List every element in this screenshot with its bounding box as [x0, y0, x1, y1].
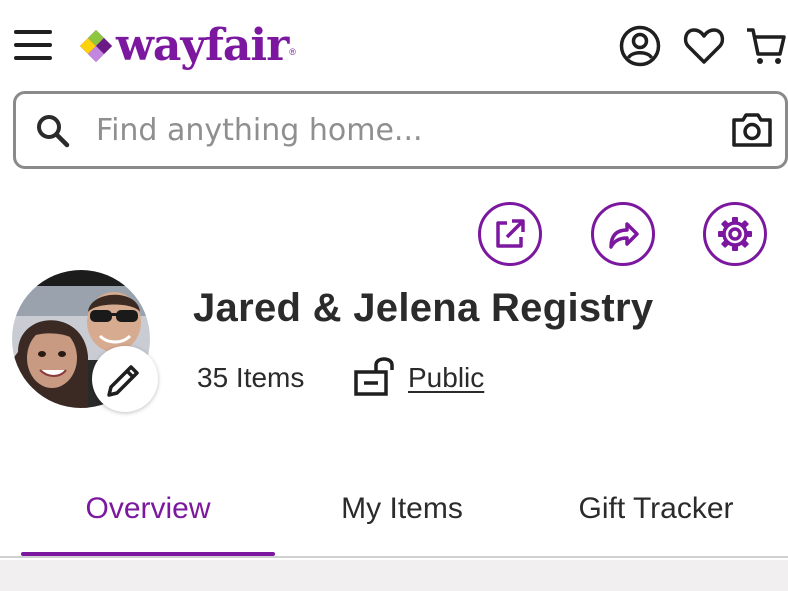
- gear-icon: [718, 217, 752, 251]
- settings-button[interactable]: [703, 202, 767, 266]
- tab-overview[interactable]: Overview: [21, 492, 275, 526]
- tab-my-items[interactable]: My Items: [275, 492, 529, 526]
- account-icon[interactable]: [618, 24, 662, 68]
- heart-icon[interactable]: [682, 24, 726, 68]
- content-area-top: [0, 560, 788, 591]
- share-button[interactable]: [591, 202, 655, 266]
- registry-tabs: Overview My Items Gift Tracker: [0, 470, 788, 558]
- edit-avatar-button[interactable]: [92, 346, 158, 412]
- share-arrow-icon: [609, 222, 639, 249]
- hamburger-menu-icon[interactable]: [12, 30, 54, 64]
- external-link-icon: [496, 219, 525, 248]
- top-header: wayfair ®: [0, 0, 788, 90]
- open-external-button[interactable]: [478, 202, 542, 266]
- registry-title: Jared & Jelena Registry: [193, 286, 654, 330]
- privacy-link[interactable]: Public: [408, 362, 484, 394]
- tab-gift-tracker[interactable]: Gift Tracker: [529, 492, 783, 526]
- pencil-icon: [107, 365, 139, 397]
- logo-trademark: ®: [289, 47, 296, 57]
- unlocked-padlock-icon: [354, 357, 394, 396]
- item-count: 35 Items: [197, 362, 305, 393]
- search-icon[interactable]: [34, 112, 72, 150]
- cart-icon[interactable]: [744, 24, 788, 68]
- logo-text: wayfair: [116, 20, 289, 71]
- wayfair-logo[interactable]: wayfair ®: [78, 18, 296, 74]
- camera-icon[interactable]: [730, 110, 774, 150]
- active-tab-indicator: [21, 552, 275, 556]
- logo-mark-icon: [80, 30, 112, 62]
- search-bar[interactable]: [13, 91, 788, 169]
- search-input[interactable]: [96, 104, 696, 156]
